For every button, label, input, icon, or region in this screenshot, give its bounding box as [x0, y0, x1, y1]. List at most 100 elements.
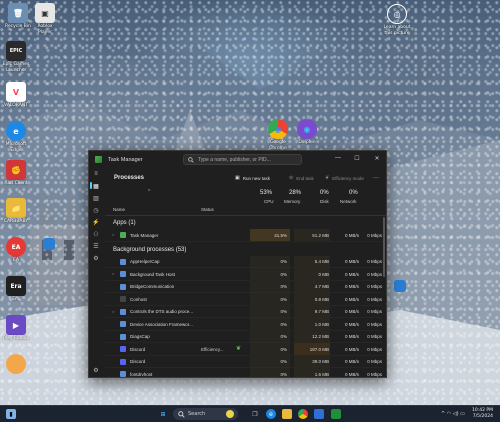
windows-logo-icon: ⊞ — [160, 410, 166, 418]
process-row[interactable]: Conhost 0% 0.8 MB 0 MB/s 0 Mbps — [105, 293, 382, 306]
process-memory: 5.4 MB — [314, 259, 329, 264]
desktop-icon-microsoft-edge[interactable]: e Microsoft Edge — [1, 121, 31, 153]
column-memory[interactable]: Memory — [284, 199, 300, 204]
process-network: 0 Mbps — [367, 346, 382, 352]
minimize-button[interactable]: — — [329, 151, 347, 165]
process-row[interactable]: Device Association Framewor... 0% 1.0 MB 0 … — [105, 318, 382, 331]
nav-app-history[interactable]: ◷ — [89, 204, 103, 216]
nav-startup-apps[interactable]: ⚡ — [89, 216, 103, 228]
process-row[interactable]: fontdrvhost 0% 1.6 MB 0 MB/s 0 Mbps — [105, 368, 382, 377]
process-row[interactable]: > Task Manager 41.5% 51.2 MB 0 MB/s 0 Mbps — [105, 229, 382, 242]
more-options-button[interactable]: ··· — [373, 175, 379, 181]
toolbar: Processes ▣ Run new task ⊘ End task ❦ Effic… — [105, 168, 386, 188]
column-header: ^ Name Status 53% CPU 28% Memory 0% Disk… — [105, 188, 386, 216]
process-memory: 187.0 MB — [309, 346, 329, 352]
chevron-up-icon[interactable]: ^ — [441, 411, 445, 417]
desktop-shortcut-small-right[interactable] — [385, 280, 415, 292]
search-input[interactable] — [198, 156, 298, 163]
desktop-icon-label: Era — [12, 297, 20, 302]
process-row[interactable]: > Background Task Host 0% 0 MB 0 MB/s 0 Mbps — [105, 268, 382, 281]
process-row[interactable]: Discord 0% 39.0 MB 0 MB/s 0 Mbps — [105, 355, 382, 368]
process-row[interactable]: BridgeCommunication 0% 4.7 MB 0 MB/s 0 Mbps — [105, 280, 382, 293]
search-box[interactable] — [183, 154, 302, 165]
history-icon: ◷ — [93, 207, 99, 214]
system-tray[interactable]: ^ ◠ ◁) ▭ — [441, 411, 465, 417]
expand-chevron-icon[interactable]: > — [112, 309, 114, 314]
desktop-icon-roblox-player[interactable]: ▣ Roblox Player — [30, 3, 60, 35]
taskbar-file-explorer[interactable] — [282, 409, 292, 419]
process-status: Efficiency... — [201, 346, 224, 352]
nav-performance[interactable]: ▨ — [89, 192, 103, 204]
process-disk: 0 MB/s — [344, 284, 359, 289]
start-button[interactable]: ⊞ — [158, 409, 168, 419]
process-row[interactable]: > Controls the DTS audio proce... 0% 9.7 MB… — [105, 305, 382, 318]
run-new-task-button[interactable]: ▣ Run new task — [235, 175, 270, 181]
desktop-shortcut-small[interactable] — [34, 238, 64, 250]
process-cpu: 41.5% — [274, 232, 287, 238]
process-icon — [120, 283, 126, 290]
sort-arrow-icon: ^ — [148, 189, 151, 195]
process-row[interactable]: AppHelperCap 0% 5.4 MB 0 MB/s 0 Mbps — [105, 255, 382, 268]
expand-chevron-icon[interactable]: > — [112, 271, 114, 276]
close-button[interactable]: ✕ — [368, 151, 386, 165]
app-icon — [6, 354, 26, 374]
efficiency-leaf-icon: ❦ — [236, 346, 242, 352]
desktop-icon-play-roblox[interactable]: ▶ Play Roblox — [1, 315, 31, 342]
process-icon — [120, 358, 126, 365]
taskbar-task-manager[interactable] — [331, 409, 341, 419]
nav-details[interactable]: ☰ — [89, 240, 103, 252]
battery-icon[interactable]: ▭ — [460, 411, 465, 417]
era-icon: Era — [6, 276, 26, 296]
task-manager-window[interactable]: Task Manager — ☐ ✕ ≡ ▦ ▨ ◷ ⚡ ⚇ ☰ ⚙ ⚙ Pro… — [88, 150, 387, 378]
wifi-icon[interactable]: ◠ — [447, 411, 451, 417]
desktop-icon-valorant[interactable]: V VALORANT — [1, 82, 31, 109]
task-view-button[interactable]: ❐ — [250, 409, 260, 419]
process-memory: 0.8 MB — [314, 296, 329, 302]
process-row[interactable]: Discord Efficiency... ❦ 0% 187.0 MB 0 MB/s 0 M… — [105, 343, 382, 356]
taskbar-edge[interactable]: e — [266, 409, 276, 419]
process-list: Apps (1) > Task Manager 41.5% 51.2 MB 0 MB/s… — [105, 217, 382, 377]
column-network[interactable]: Network — [340, 199, 357, 204]
volume-icon[interactable]: ◁) — [453, 411, 459, 417]
desktop-icon-learn-about-picture[interactable]: ◎ Learn about this picture — [382, 4, 412, 36]
desktop-icon-epic-games[interactable]: EPIC Epic Games Launcher — [1, 41, 31, 73]
desktop-icon-recycle-bin[interactable]: 🗑 Recycle Bin — [3, 3, 33, 30]
desktop-icon-google-chrome[interactable]: ◉ Google Chrome — [263, 119, 293, 151]
taskbar-chrome[interactable] — [298, 409, 308, 419]
scrollbar[interactable] — [383, 217, 385, 277]
taskbar-store[interactable] — [314, 409, 324, 419]
widgets-button[interactable]: ▮ — [6, 409, 16, 419]
expand-chevron-icon[interactable]: > — [112, 232, 114, 237]
hamburger-menu-icon[interactable]: ≡ — [89, 168, 103, 180]
nav-users[interactable]: ⚇ — [89, 228, 103, 240]
desktop-icon-app[interactable] — [1, 354, 31, 374]
column-status[interactable]: Status — [201, 207, 214, 212]
column-disk[interactable]: Disk — [320, 199, 329, 204]
process-cpu: 0% — [280, 334, 287, 339]
process-name: Background Task Host — [130, 271, 175, 277]
process-icon — [120, 333, 126, 340]
efficiency-mode-button[interactable]: ❦ Efficiency mode — [325, 175, 364, 181]
desktop-icon-carbbaby-folder[interactable]: 📁 CARBBABY — [1, 198, 31, 225]
process-name: Controls the DTS audio proce... — [130, 309, 194, 314]
shortcut-icon — [394, 280, 406, 292]
desktop-icon-dolphin[interactable]: ◉ Dolphin — [292, 119, 322, 146]
desktop-icon-label: EA — [13, 258, 19, 263]
desktop-icon-era[interactable]: Era Era — [1, 276, 31, 303]
maximize-button[interactable]: ☐ — [348, 151, 366, 165]
column-cpu[interactable]: CPU — [264, 199, 274, 204]
column-name[interactable]: Name — [113, 207, 125, 212]
desktop-icon-ea[interactable]: EA EA — [1, 237, 31, 264]
end-task-button[interactable]: ⊘ End task — [289, 175, 314, 181]
process-disk: 0 MB/s — [344, 309, 359, 314]
nav-services[interactable]: ⚙ — [89, 252, 103, 264]
taskbar-search[interactable]: Search — [173, 408, 238, 420]
nav-settings[interactable]: ⚙ — [89, 364, 103, 376]
process-row[interactable]: DiagsCap 0% 12.2 MB 0 MB/s 0 Mbps — [105, 330, 382, 343]
desktop-icon-riot-client[interactable]: ✊ Riot Client — [1, 160, 31, 187]
process-memory: 1.6 MB — [314, 371, 329, 377]
nav-processes[interactable]: ▦ — [89, 180, 103, 192]
desktop-icon-label: CARBBABY — [3, 219, 29, 224]
process-cpu: 0% — [280, 309, 287, 314]
clock[interactable]: 10:42 PM 7/5/2024 — [472, 408, 493, 420]
